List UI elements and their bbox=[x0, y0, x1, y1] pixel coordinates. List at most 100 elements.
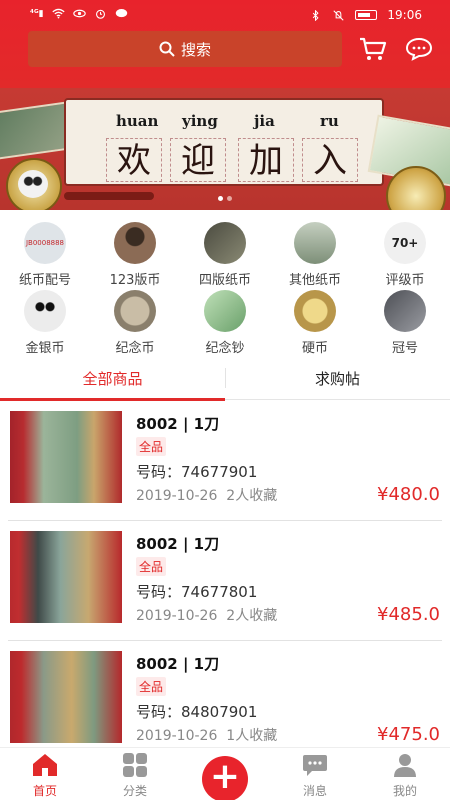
code-label: 号码： bbox=[136, 583, 182, 601]
category-label: 硬币 bbox=[301, 341, 328, 356]
category-thumb: JB0008888 bbox=[24, 222, 66, 264]
product-grade-tag: 全品 bbox=[136, 557, 167, 576]
battery-icon bbox=[355, 10, 378, 20]
category-label: 冠号 bbox=[391, 341, 418, 356]
nav-label: 消息 bbox=[302, 784, 327, 798]
tab-bar: 全部商品 求购帖 bbox=[0, 364, 450, 401]
product-code: 号码：74677901 bbox=[136, 461, 257, 482]
code-label: 号码： bbox=[136, 703, 182, 721]
category-item[interactable]: 123版币 bbox=[90, 222, 180, 288]
search-bar[interactable]: 搜索 bbox=[28, 31, 342, 67]
mute-icon bbox=[333, 9, 344, 21]
product-price: ¥475.0 bbox=[377, 724, 440, 745]
header: ⁴ᴳ▮ 19:06 搜索 bbox=[0, 0, 450, 88]
carousel-dot[interactable] bbox=[218, 196, 223, 201]
alarm-icon bbox=[95, 9, 105, 19]
nav-profile[interactable]: 我的 bbox=[360, 748, 450, 800]
category-item[interactable]: 其他纸币 bbox=[270, 222, 360, 288]
publish-plus-button[interactable]: + bbox=[202, 756, 248, 800]
banner-pinyin: huan bbox=[116, 112, 159, 130]
product-code: 号码：74677801 bbox=[136, 581, 257, 602]
product-favorites: 1人收藏 bbox=[226, 728, 278, 744]
product-name: 8002 | 1刀 bbox=[136, 415, 220, 433]
welcome-banner[interactable]: huan ying jia ru 欢 迎 加 入 bbox=[0, 88, 450, 210]
product-list: 8002 | 1刀 全品 号码：74677901 2019-10-26 2人收藏… bbox=[0, 401, 450, 747]
product-photo bbox=[10, 411, 122, 503]
signal-icon: ⁴ᴳ▮ bbox=[30, 8, 44, 19]
carousel-dot[interactable] bbox=[227, 196, 232, 201]
banner-frame: huan ying jia ru 欢 迎 加 入 bbox=[64, 98, 384, 186]
status-bar: ⁴ᴳ▮ 19:06 bbox=[0, 0, 450, 30]
chat-bubble-icon[interactable] bbox=[405, 37, 433, 61]
bottom-nav: 首页 分类 + 消息 我的 bbox=[0, 747, 450, 800]
product-name: 8002 | 1刀 bbox=[136, 655, 220, 673]
category-item[interactable]: 冠号 bbox=[360, 290, 450, 356]
product-grade-tag: 全品 bbox=[136, 677, 167, 696]
nav-category[interactable]: 分类 bbox=[90, 748, 180, 800]
category-label: 123版币 bbox=[109, 273, 161, 288]
tassel-decoration bbox=[64, 192, 154, 200]
product-date: 2019-10-26 bbox=[136, 488, 218, 504]
product-name: 8002 | 1刀 bbox=[136, 535, 220, 553]
product-favorites: 2人收藏 bbox=[226, 488, 278, 504]
code-value: 74677901 bbox=[181, 463, 258, 481]
category-label: 评级币 bbox=[385, 273, 425, 288]
category-thumb bbox=[114, 290, 156, 332]
category-thumb bbox=[204, 222, 246, 264]
product-item[interactable]: 8002 | 1刀 全品 号码：74677801 2019-10-26 2人收藏… bbox=[0, 521, 450, 641]
code-value: 84807901 bbox=[181, 703, 258, 721]
product-meta: 2019-10-26 1人收藏 bbox=[136, 725, 277, 745]
plus-icon: + bbox=[209, 756, 241, 797]
category-item[interactable]: 硬币 bbox=[270, 290, 360, 356]
product-date: 2019-10-26 bbox=[136, 728, 218, 744]
tab-wanted-posts[interactable]: 求购帖 bbox=[225, 364, 450, 400]
category-thumb: 70+ bbox=[384, 222, 426, 264]
category-grid: JB0008888 纸币配号 123版币 四版纸币 其他纸币 70+ 评级币 金… bbox=[0, 214, 450, 356]
status-left: ⁴ᴳ▮ bbox=[30, 8, 128, 19]
product-date: 2019-10-26 bbox=[136, 608, 218, 624]
category-item[interactable]: 纪念钞 bbox=[180, 290, 270, 356]
bluetooth-icon bbox=[313, 9, 319, 21]
code-value: 74677801 bbox=[181, 583, 258, 601]
nav-label: 首页 bbox=[32, 784, 57, 798]
category-item[interactable]: 70+ 评级币 bbox=[360, 222, 450, 288]
banner-character: 迎 bbox=[170, 138, 226, 182]
category-thumb bbox=[384, 290, 426, 332]
product-item[interactable]: 8002 | 1刀 全品 号码：74677901 2019-10-26 2人收藏… bbox=[0, 401, 450, 521]
category-thumb bbox=[294, 222, 336, 264]
panda-image bbox=[18, 170, 48, 198]
nav-home[interactable]: 首页 bbox=[0, 748, 90, 800]
product-grade-tag: 全品 bbox=[136, 437, 167, 456]
product-price: ¥480.0 bbox=[377, 484, 440, 505]
cart-icon[interactable] bbox=[359, 36, 387, 62]
product-favorites: 2人收藏 bbox=[226, 608, 278, 624]
category-thumb bbox=[24, 290, 66, 332]
search-label: 搜索 bbox=[180, 40, 211, 59]
category-thumb bbox=[114, 222, 156, 264]
category-thumb-text: JB0008888 bbox=[25, 239, 65, 247]
category-item[interactable]: 金银币 bbox=[0, 290, 90, 356]
search-icon bbox=[159, 41, 175, 57]
banner-pinyin: ru bbox=[320, 112, 339, 130]
category-label: 其他纸币 bbox=[288, 273, 341, 288]
product-item[interactable]: 8002 | 1刀 全品 号码：84807901 2019-10-26 1人收藏… bbox=[0, 641, 450, 747]
home-icon bbox=[33, 754, 57, 776]
user-icon bbox=[394, 754, 416, 777]
category-label: 四版纸币 bbox=[198, 273, 251, 288]
product-meta: 2019-10-26 2人收藏 bbox=[136, 485, 277, 505]
category-thumb-text: 70+ bbox=[391, 236, 419, 250]
tab-all-products[interactable]: 全部商品 bbox=[0, 364, 225, 401]
app-root: ⁴ᴳ▮ 19:06 搜索 huan ying jia ru 欢 迎 加 入 JB… bbox=[0, 0, 450, 800]
category-item[interactable]: JB0008888 纸币配号 bbox=[0, 222, 90, 288]
message-icon bbox=[303, 755, 327, 776]
nav-messages[interactable]: 消息 bbox=[270, 748, 360, 800]
category-item[interactable]: 四版纸币 bbox=[180, 222, 270, 288]
banner-character: 入 bbox=[302, 138, 358, 182]
product-photo bbox=[10, 531, 122, 623]
category-label: 纪念币 bbox=[115, 341, 155, 356]
category-thumb bbox=[294, 290, 336, 332]
banner-character: 加 bbox=[238, 138, 294, 182]
grid-icon bbox=[123, 753, 147, 777]
product-code: 号码：84807901 bbox=[136, 701, 257, 722]
category-item[interactable]: 纪念币 bbox=[90, 290, 180, 356]
